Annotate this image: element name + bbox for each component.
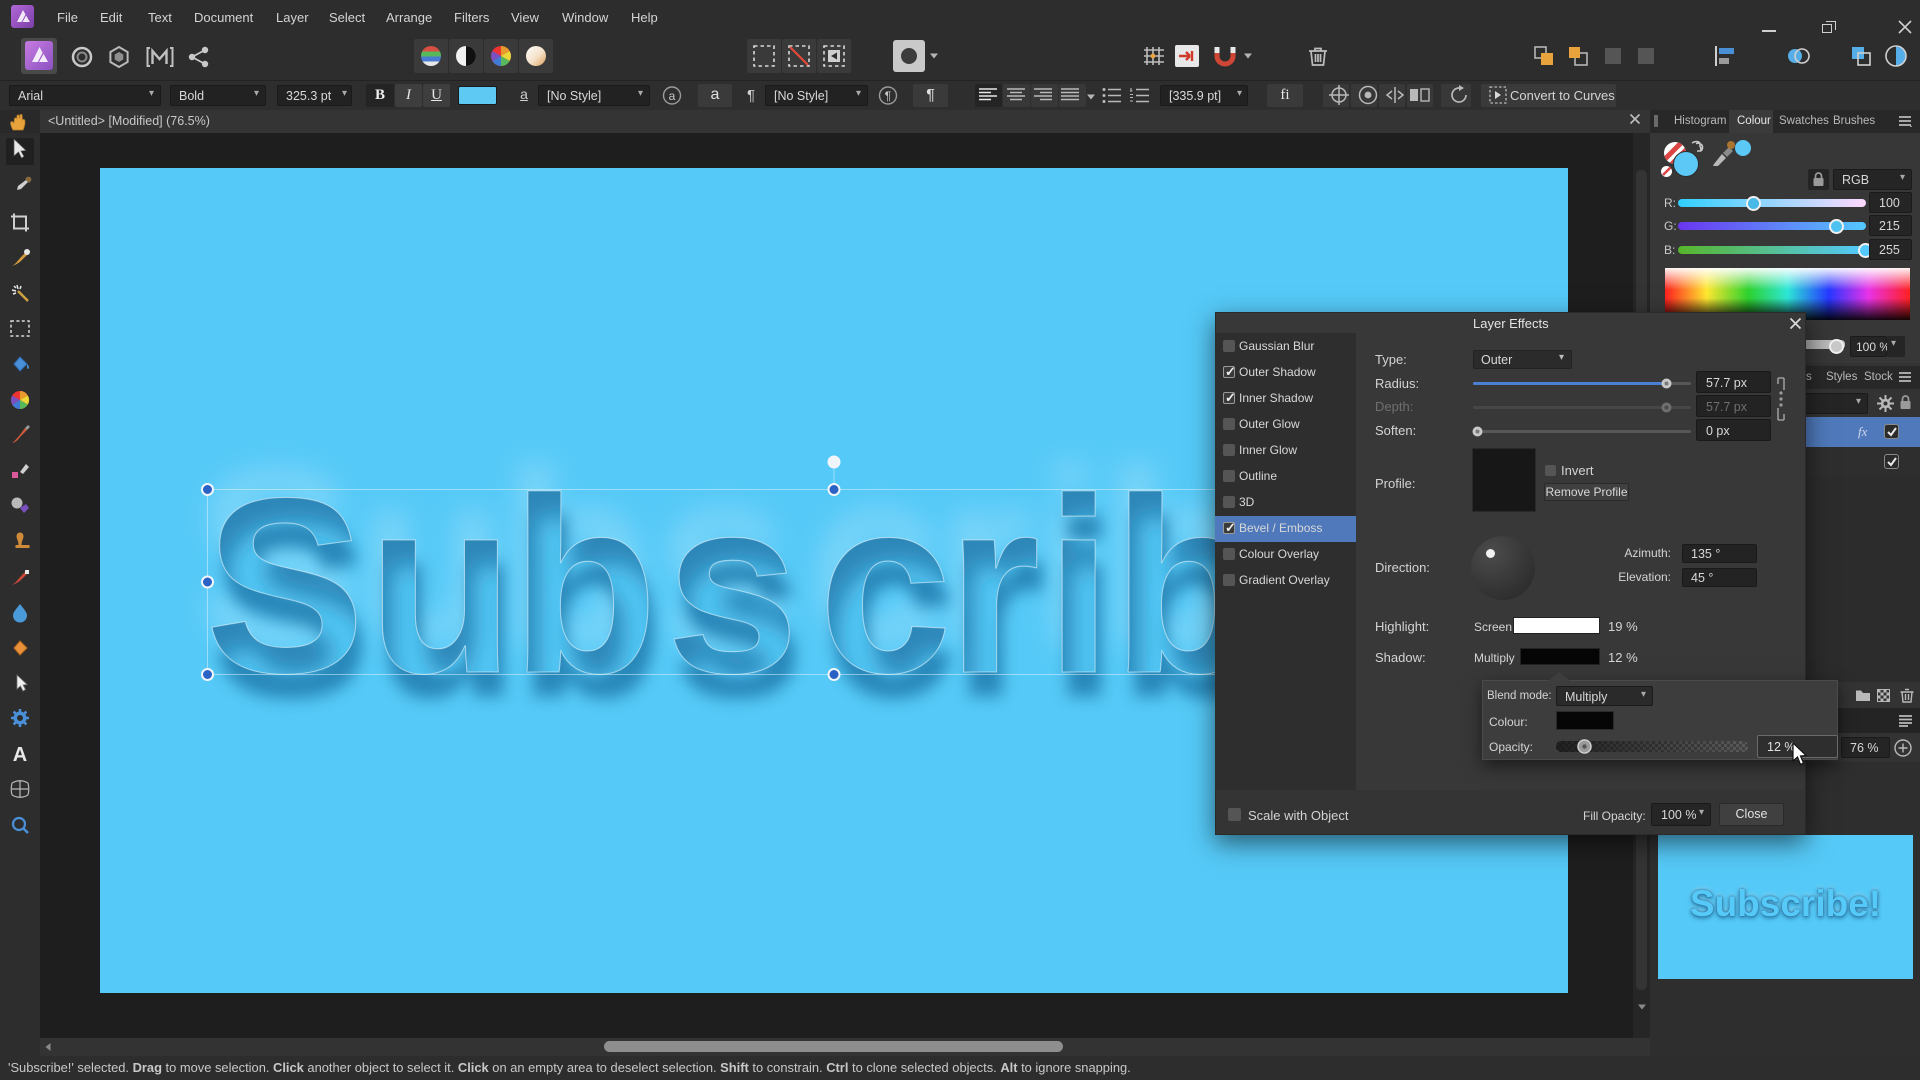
svg-text:a: a — [669, 89, 676, 103]
svg-text:A: A — [13, 744, 27, 766]
svg-text:¶: ¶ — [885, 89, 891, 103]
